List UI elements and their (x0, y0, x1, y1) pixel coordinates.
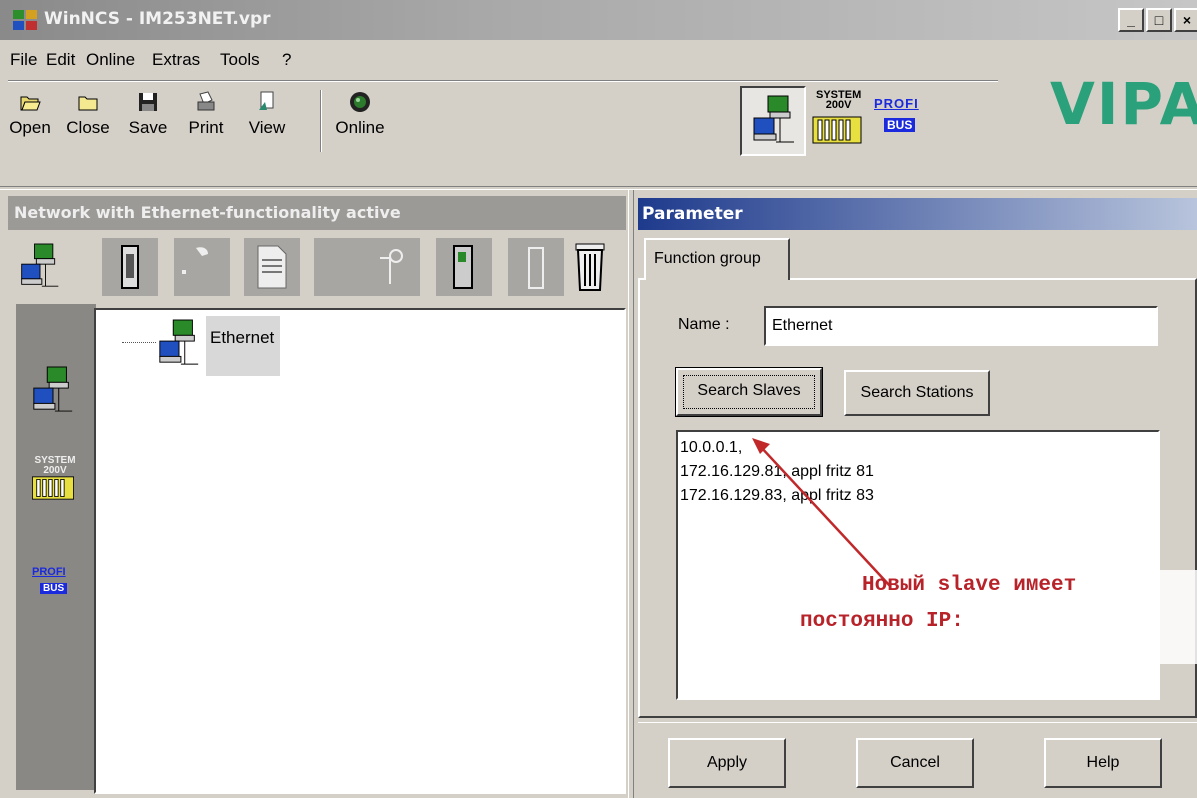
ethernet-node-icon (159, 319, 199, 365)
title-bar: WinNCS - IM253NET.vpr _ □ × (0, 0, 1197, 40)
tree-node-label: Ethernet (210, 328, 275, 347)
printer-icon (197, 91, 215, 111)
folder-open-icon (20, 96, 41, 111)
apply-button[interactable]: Apply (668, 738, 786, 788)
tree-connector-line (122, 342, 156, 343)
app-icon (13, 10, 37, 30)
system-200v-network-icon[interactable]: SYSTEM 200V (30, 456, 80, 505)
menu-tools[interactable]: Tools (220, 50, 260, 70)
print-button[interactable]: Print (182, 86, 230, 156)
empty-slot-icon (528, 247, 544, 289)
add-station-button[interactable] (102, 238, 158, 296)
system-badge-text: SYSTEM 200V (34, 455, 76, 476)
view-button[interactable]: View (242, 86, 292, 156)
open-button[interactable]: Open (6, 86, 54, 156)
document-icon (257, 245, 287, 289)
menu-online[interactable]: Online (86, 50, 135, 70)
io-module-icon (453, 245, 473, 289)
blank-tool-button[interactable] (314, 238, 370, 296)
slot-button[interactable] (508, 238, 564, 296)
vipa-logo: VIPA (1050, 70, 1197, 138)
io-module-button[interactable] (436, 238, 492, 296)
search-slaves-button[interactable]: Search Slaves (675, 367, 823, 417)
window-title: WinNCS - IM253NET.vpr (44, 9, 271, 29)
toolbar-divider (0, 186, 1197, 190)
tab-function-group[interactable]: Function group (644, 238, 790, 280)
save-button[interactable]: Save (124, 86, 172, 156)
connect-tool-button[interactable] (364, 238, 420, 296)
document-button[interactable] (244, 238, 300, 296)
toolbar-separator (320, 90, 322, 152)
profibus-network-icon[interactable]: PROFI BUS (32, 566, 78, 596)
network-panel: Network with Ethernet-functionality acti… (8, 196, 626, 796)
annotation-line-1: Новый slave имеет (862, 574, 1077, 597)
system-200v-selector[interactable]: SYSTEM 200V (810, 88, 866, 152)
help-button[interactable]: Help (1044, 738, 1162, 788)
name-field[interactable] (764, 306, 1158, 346)
maximize-button[interactable]: □ (1146, 8, 1172, 32)
floppy-disk-icon (139, 93, 157, 111)
menu-bar: File Edit Online Extras Tools ? (0, 46, 1000, 74)
plc-rack-icon (812, 116, 862, 144)
close-label: Close (66, 118, 110, 137)
tree-node-ethernet[interactable]: Ethernet (159, 316, 280, 376)
name-label: Name : (678, 316, 730, 333)
connector-icon (380, 249, 403, 284)
open-label: Open (9, 118, 51, 137)
profibus-logo-bottom: BUS (40, 583, 68, 594)
folder-icon (78, 96, 98, 111)
profibus-logo-top: PROFI (874, 96, 919, 111)
add-slave-button[interactable] (174, 238, 230, 296)
network-toolbar (8, 232, 626, 298)
close-file-button[interactable]: Close (62, 86, 114, 156)
parameter-panel-title: Parameter (638, 198, 1197, 230)
preview-icon (259, 91, 274, 110)
online-label: Online (335, 118, 385, 137)
online-led-icon (350, 92, 370, 112)
profibus-logo-bottom: BUS (884, 118, 916, 132)
view-label: View (248, 118, 286, 137)
print-label: Print (188, 118, 224, 137)
panel-splitter[interactable] (628, 190, 634, 798)
minimize-button[interactable]: _ (1118, 8, 1144, 32)
ethernet-network-icon[interactable] (30, 364, 76, 416)
network-tree: Ethernet (94, 308, 626, 794)
ethernet-network-selector[interactable] (740, 86, 806, 156)
search-stations-button[interactable]: Search Stations (844, 370, 990, 416)
slave-icon (182, 247, 208, 274)
annotation-line-2: постоянно IP: (800, 610, 964, 633)
online-button[interactable]: Online (332, 86, 388, 156)
profibus-selector[interactable]: PROFI BUS (872, 90, 928, 150)
plc-rack-icon (32, 476, 74, 500)
menu-extras[interactable]: Extras (152, 50, 200, 70)
network-panel-title: Network with Ethernet-functionality acti… (8, 196, 626, 230)
trash-icon[interactable] (572, 240, 608, 294)
module-icon (121, 245, 139, 289)
menu-edit[interactable]: Edit (46, 50, 75, 70)
network-type-sidebar: SYSTEM 200V PROFI BUS (16, 304, 96, 790)
save-label: Save (128, 118, 168, 137)
main-toolbar: Open Close Save Print View Online SYSTEM… (0, 86, 1197, 166)
menu-divider (8, 80, 998, 82)
cancel-button[interactable]: Cancel (856, 738, 974, 788)
close-button[interactable]: × (1174, 8, 1197, 32)
network-computers-icon[interactable] (18, 240, 62, 292)
profibus-logo-top: PROFI (32, 566, 66, 578)
system-badge-text: SYSTEM 200V (816, 89, 862, 111)
menu-file[interactable]: File (10, 50, 37, 70)
network-computers-icon (753, 95, 794, 143)
search-slaves-label: Search Slaves (697, 382, 801, 399)
menu-help[interactable]: ? (282, 50, 291, 70)
